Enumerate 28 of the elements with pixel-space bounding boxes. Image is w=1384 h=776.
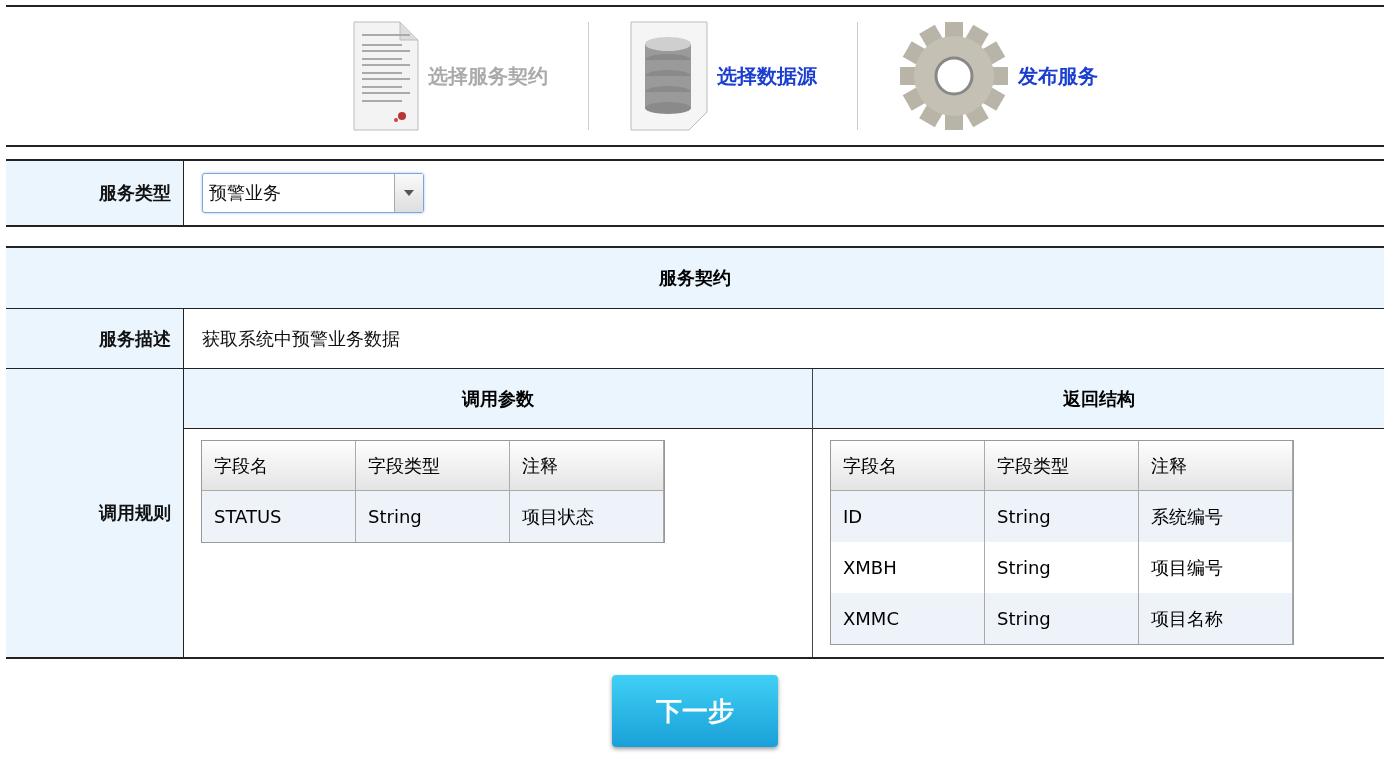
caret-icon (404, 190, 414, 196)
field-label: 服务类型 (6, 161, 184, 225)
column-header: 字段类型 (985, 441, 1139, 491)
column-header: 注释 (1139, 441, 1293, 491)
table-cell: String (985, 593, 1139, 644)
table-cell: STATUS (202, 491, 356, 542)
step-link[interactable]: 选择数据源 (717, 62, 817, 90)
gear-icon (898, 20, 1010, 132)
table-cell: String (985, 491, 1139, 542)
step-link[interactable]: 发布服务 (1018, 62, 1098, 90)
subsection-title: 返回结构 (813, 369, 1384, 429)
table-cell: 项目名称 (1139, 593, 1293, 644)
field-label: 服务描述 (6, 309, 184, 369)
database-icon (629, 20, 709, 132)
section-title: 服务契约 (6, 248, 1384, 309)
document-icon (352, 20, 420, 132)
service-type-select[interactable]: 预警业务 (202, 173, 424, 213)
column-header: 字段类型 (356, 441, 510, 491)
table-cell: XMMC (831, 593, 985, 644)
field-label: 调用规则 (6, 369, 184, 657)
column-header: 字段名 (202, 441, 356, 491)
table-cell: String (356, 491, 510, 542)
table-cell: ID (831, 491, 985, 542)
column-header: 字段名 (831, 441, 985, 491)
subsection-title: 调用参数 (184, 369, 812, 429)
column-header: 注释 (510, 441, 664, 491)
table-cell: 项目状态 (510, 491, 664, 542)
table-cell: 系统编号 (1139, 491, 1293, 542)
